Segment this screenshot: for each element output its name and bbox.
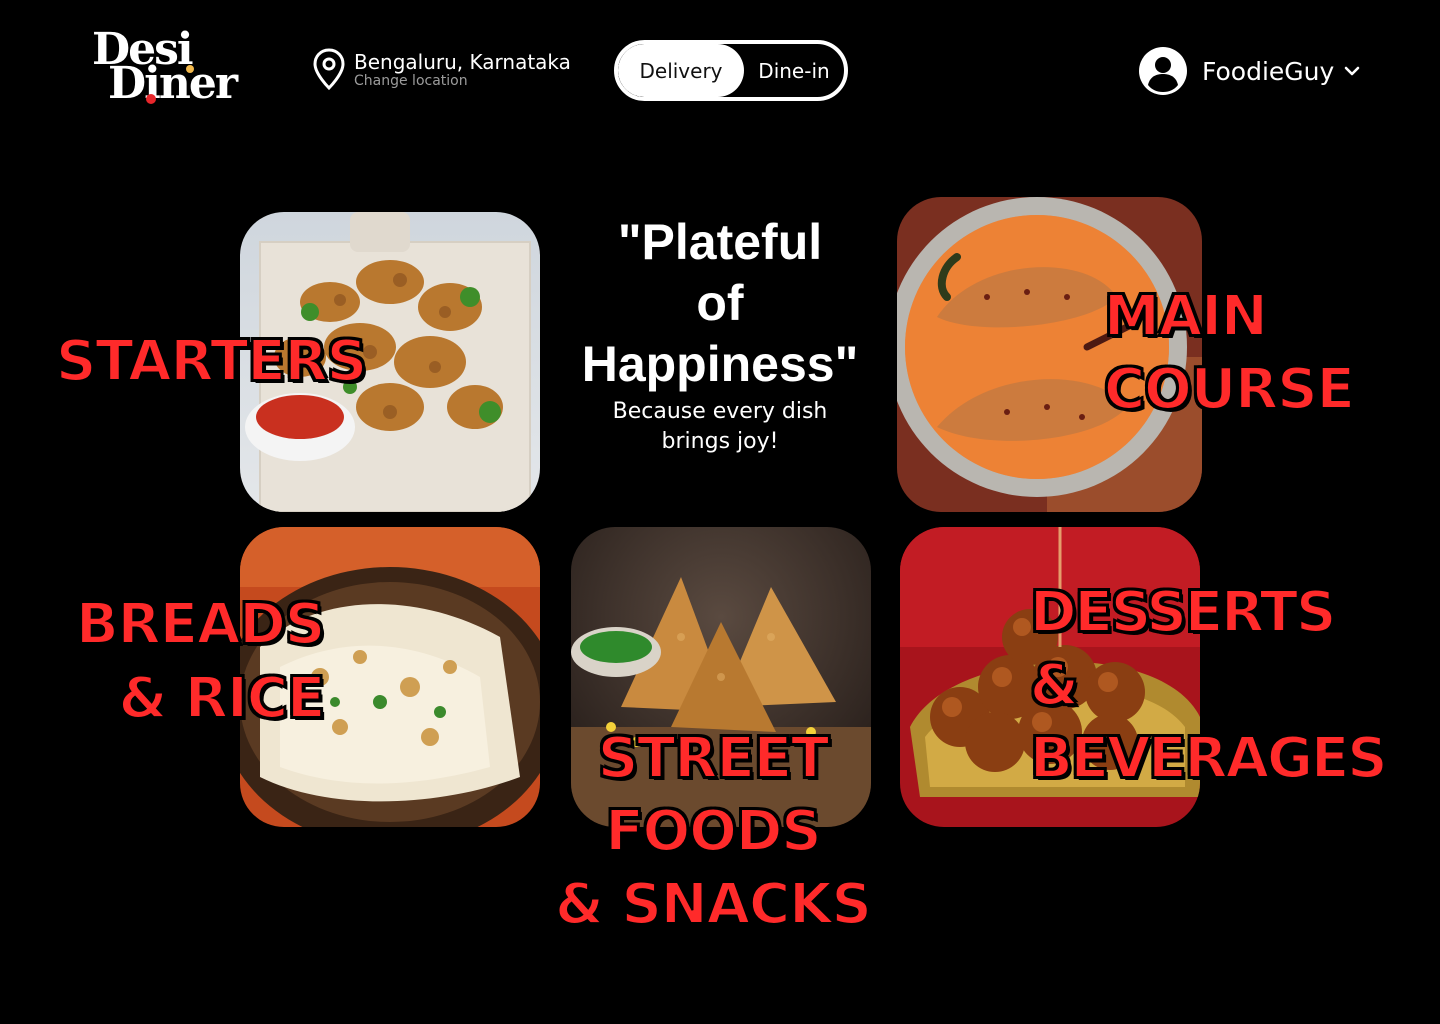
change-location-link[interactable]: Change location: [354, 73, 571, 89]
chevron-down-icon[interactable]: [1342, 61, 1362, 81]
category-starters-label[interactable]: STARTERS: [55, 326, 368, 398]
logo-gold-dot: [186, 65, 194, 73]
category-desserts-label[interactable]: DESSERTS & BEVERAGES: [1029, 576, 1389, 795]
user-menu[interactable]: FoodieGuy: [1138, 46, 1362, 96]
user-circle-icon: [1138, 46, 1188, 96]
hero-tagline: "Plateful of Happiness" Because every di…: [560, 212, 880, 457]
order-mode-toggle[interactable]: Delivery Dine-in: [614, 40, 848, 101]
category-breads-rice-label[interactable]: BREADS & RICE: [75, 588, 326, 736]
user-name: FoodieGuy: [1202, 56, 1335, 86]
delivery-option[interactable]: Delivery: [618, 44, 744, 97]
map-pin-icon: [312, 48, 346, 96]
tagline-subtitle: Because every dish brings joy!: [612, 399, 828, 454]
desi-diner-logo[interactable]: Desi Diner: [90, 26, 260, 108]
dine-in-option[interactable]: Dine-in: [744, 44, 844, 97]
category-street-foods-label[interactable]: STREET FOODS & SNACKS: [548, 722, 878, 941]
logo-line-2: Diner: [108, 58, 238, 109]
logo-red-dot: [146, 94, 156, 104]
location-selector[interactable]: Bengaluru, Karnataka Change location: [312, 48, 571, 94]
category-main-course-label[interactable]: MAIN COURSE: [1103, 280, 1356, 426]
location-city: Bengaluru, Karnataka: [354, 50, 571, 74]
tagline-title: "Plateful of Happiness": [581, 214, 859, 392]
